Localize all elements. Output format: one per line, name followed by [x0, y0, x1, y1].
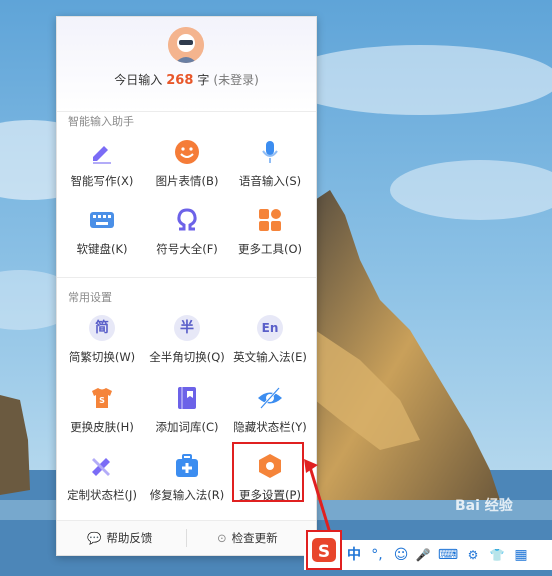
section-divider	[57, 277, 316, 278]
microphone-icon	[262, 141, 278, 163]
apps-grid-icon[interactable]: ▦	[510, 540, 532, 570]
menu-item-add-dictionary[interactable]: 添加词库(C)	[144, 385, 230, 451]
repair-kit-icon	[176, 454, 198, 477]
customize-tools-icon	[92, 458, 110, 476]
chat-bubble-icon: 💬	[87, 531, 102, 545]
menu-item-english-input[interactable]: En 英文输入法(E)	[227, 315, 313, 381]
microphone-icon[interactable]: 🎤	[412, 540, 434, 570]
check-update-button[interactable]: ⊙ 检查更新	[217, 521, 278, 555]
menu-item-customize-statusbar[interactable]: 定制状态栏(J)	[59, 453, 145, 519]
count-prefix: 今日输入	[114, 73, 163, 87]
assistant-section-title: 智能输入助手	[68, 115, 134, 128]
svg-text:S: S	[99, 396, 105, 405]
login-status[interactable]: (未登录)	[213, 73, 258, 87]
menu-item-label: 简繁切换(W)	[68, 350, 136, 364]
menu-item-label: 隐藏状态栏(Y)	[233, 420, 307, 434]
count-unit: 字	[197, 73, 210, 87]
menu-item-label: 软键盘(K)	[76, 242, 128, 256]
red-arrow-icon	[304, 459, 332, 534]
svg-text:S: S	[318, 542, 330, 562]
user-avatar[interactable]	[168, 27, 204, 63]
sogou-s-icon: S	[312, 538, 336, 562]
menu-item-image-emoji[interactable]: 图片表情(B)	[144, 139, 230, 205]
skin-shirt-icon[interactable]: 👕	[486, 540, 508, 570]
upload-circle-icon: ⊙	[217, 531, 227, 545]
panel-header: 今日输入 268 字 (未登录)	[57, 17, 316, 112]
hide-eye-icon	[258, 387, 282, 409]
sogou-logo-button[interactable]: S	[306, 530, 342, 570]
keyboard-icon	[90, 212, 114, 228]
baidu-watermark: Bai 经验	[455, 498, 513, 514]
menu-item-full-half-width[interactable]: 半 全半角切换(Q)	[144, 315, 230, 381]
today-input-count: 今日输入 268 字 (未登录)	[57, 71, 316, 88]
highlight-more-settings	[232, 442, 304, 502]
menu-item-symbols[interactable]: 符号大全(F)	[144, 207, 230, 273]
english-icon: En	[257, 315, 283, 341]
toolbox-icon[interactable]: ⚙	[462, 540, 484, 570]
menu-item-voice-input[interactable]: 语音输入(S)	[227, 139, 313, 205]
menu-item-label: 更多工具(O)	[237, 242, 303, 256]
check-update-label: 检查更新	[231, 531, 278, 545]
panel-footer: 💬 帮助反馈 ⊙ 检查更新	[57, 520, 316, 555]
menu-item-label: 智能写作(X)	[70, 174, 134, 188]
smile-icon	[175, 140, 199, 164]
punctuation-toggle[interactable]: °,	[366, 540, 388, 570]
count-value: 268	[166, 73, 194, 88]
keyboard-icon[interactable]: ⌨	[436, 540, 460, 570]
settings-section-title: 常用设置	[68, 291, 112, 304]
full-half-width-icon: 半	[174, 315, 200, 341]
grid-icon	[259, 209, 281, 231]
menu-item-label: 定制状态栏(J)	[67, 488, 137, 502]
menu-item-label: 语音输入(S)	[238, 174, 302, 188]
chinese-mode-toggle[interactable]: 中	[344, 540, 364, 570]
footer-divider	[186, 529, 187, 547]
menu-item-simplified-traditional[interactable]: 简 简繁切换(W)	[59, 315, 145, 381]
dictionary-icon	[178, 387, 196, 409]
menu-item-repair-ime[interactable]: 修复输入法(R)	[144, 453, 230, 519]
menu-item-label: 英文输入法(E)	[233, 350, 307, 364]
menu-item-label: 更换皮肤(H)	[70, 420, 134, 434]
menu-item-smart-writing[interactable]: 智能写作(X)	[59, 139, 145, 205]
help-feedback-label: 帮助反馈	[106, 531, 153, 545]
simplified-traditional-icon: 简	[89, 315, 115, 341]
emoji-icon[interactable]: ☺	[390, 540, 412, 570]
menu-item-soft-keyboard[interactable]: 软键盘(K)	[59, 207, 145, 273]
pen-icon	[93, 146, 111, 164]
avatar-icon	[168, 27, 204, 63]
skin-shirt-icon: S	[92, 388, 112, 408]
omega-icon	[177, 208, 197, 231]
menu-item-change-skin[interactable]: S 更换皮肤(H)	[59, 385, 145, 451]
menu-item-more-tools[interactable]: 更多工具(O)	[227, 207, 313, 273]
help-feedback-button[interactable]: 💬 帮助反馈	[87, 521, 152, 555]
